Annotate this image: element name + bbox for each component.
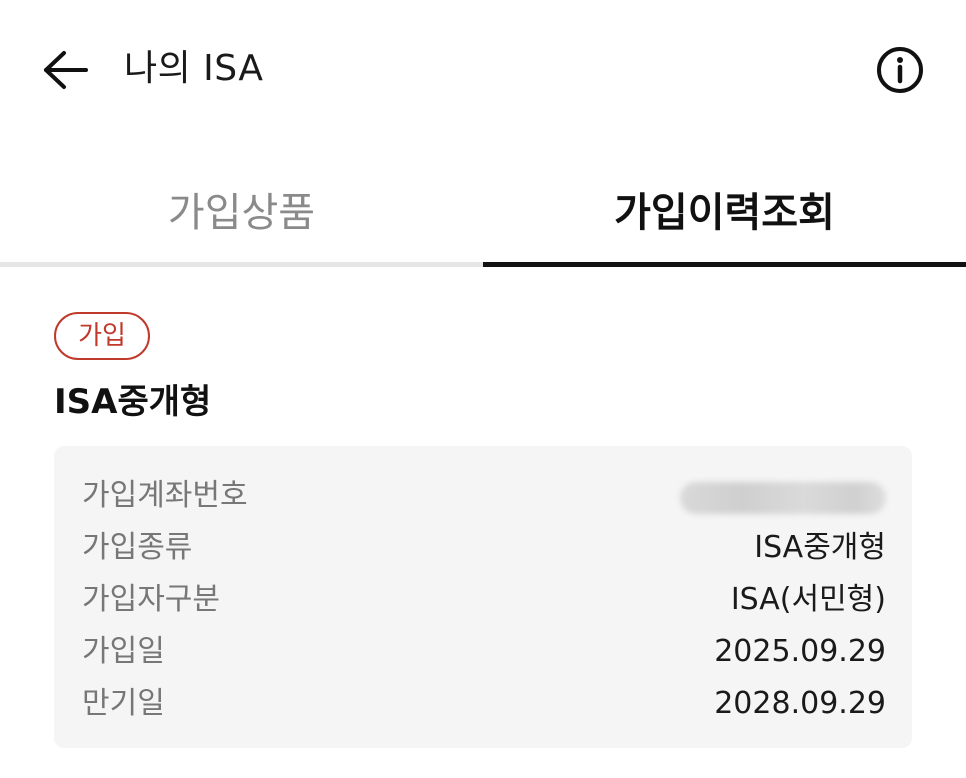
detail-row-type: 가입종류 ISA중개형 bbox=[82, 526, 886, 570]
status-badge: 가입 bbox=[54, 312, 150, 360]
tab-bar: 가입상품 가입이력조회 bbox=[0, 150, 966, 268]
info-circle-icon bbox=[877, 47, 923, 93]
detail-value: 2028.09.29 bbox=[714, 686, 886, 721]
masked-account-number bbox=[680, 482, 886, 514]
arrow-left-icon bbox=[44, 51, 88, 89]
detail-label: 만기일 bbox=[82, 686, 165, 721]
detail-label: 가입종류 bbox=[82, 530, 193, 565]
detail-value: 2025.09.29 bbox=[714, 634, 886, 669]
my-isa-page: 나의 ISA 가입상품 가입이력조회 가입 ISA중개형 가입계좌번호 가입종류… bbox=[0, 0, 966, 778]
detail-box: 가입계좌번호 가입종류 ISA중개형 가입자구분 ISA(서민형) 가입일 20… bbox=[54, 446, 912, 748]
detail-value: ISA(서민형) bbox=[730, 582, 886, 617]
detail-value: ISA중개형 bbox=[754, 530, 886, 565]
tab-products[interactable]: 가입상품 bbox=[0, 150, 483, 268]
detail-label: 가입계좌번호 bbox=[82, 478, 248, 513]
detail-row-account-number: 가입계좌번호 bbox=[82, 474, 886, 518]
active-tab-indicator bbox=[483, 262, 966, 267]
info-button[interactable] bbox=[874, 44, 926, 96]
app-header: 나의 ISA bbox=[0, 0, 966, 136]
tab-history[interactable]: 가입이력조회 bbox=[483, 150, 966, 268]
back-button[interactable] bbox=[38, 44, 94, 96]
detail-label: 가입자구분 bbox=[82, 582, 220, 617]
detail-row-join-date: 가입일 2025.09.29 bbox=[82, 630, 886, 674]
page-title: 나의 ISA bbox=[124, 48, 264, 89]
detail-row-subscriber-class: 가입자구분 ISA(서민형) bbox=[82, 578, 886, 622]
detail-row-maturity-date: 만기일 2028.09.29 bbox=[82, 682, 886, 726]
product-name: ISA중개형 bbox=[54, 382, 212, 422]
detail-label: 가입일 bbox=[82, 634, 165, 669]
